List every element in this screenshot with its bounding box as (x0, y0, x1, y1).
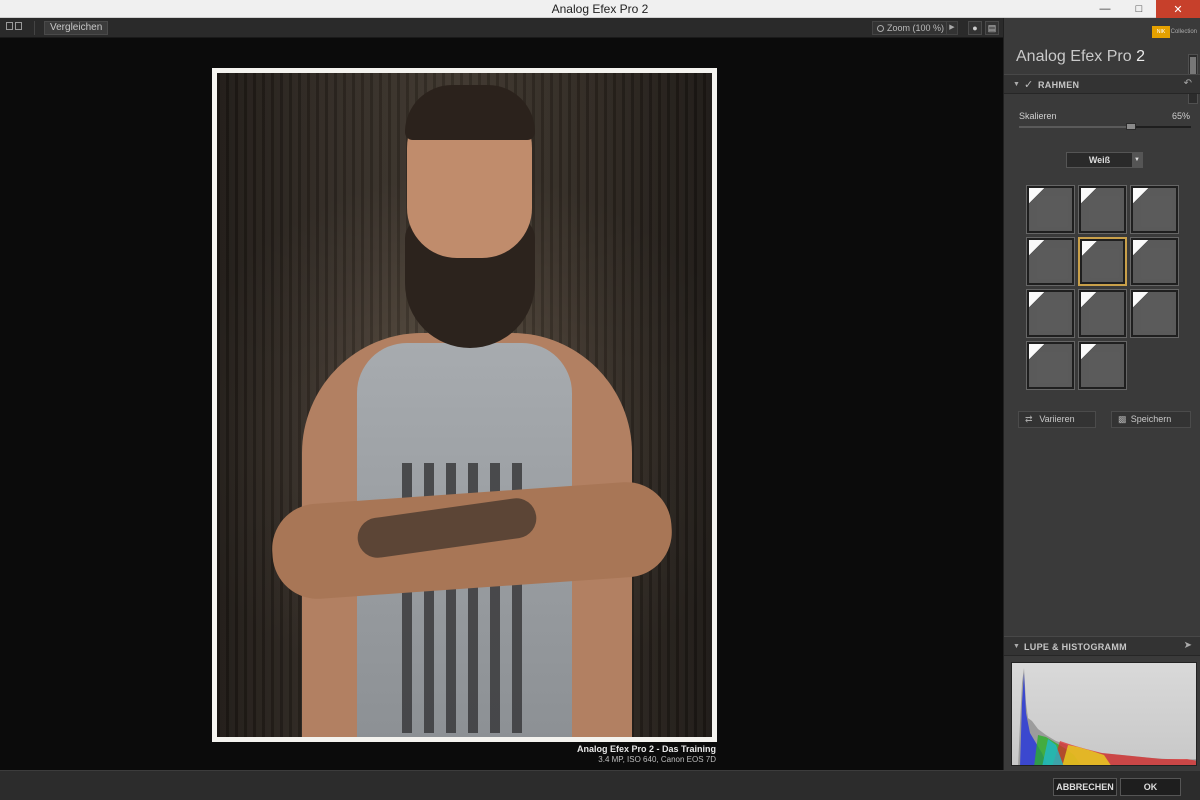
frame-preview-image (1029, 292, 1072, 335)
app-title-number: 2 (1136, 48, 1145, 65)
dropdown-arrow-icon: ▼ (1132, 153, 1142, 167)
enable-checkmark-icon[interactable]: ✓ (1024, 78, 1033, 91)
image-canvas[interactable]: Analog Efex Pro 2 - Das Training 3.4 MP,… (0, 38, 1003, 770)
right-panel: NIK Collection Analog Efex Pro 2 ▼ ✓ RAH… (1003, 18, 1200, 770)
scale-slider-fill (1019, 126, 1131, 128)
cancel-button[interactable]: ABBRECHEN (1053, 778, 1117, 796)
bottom-bar: ABBRECHEN OK (0, 770, 1200, 800)
frame-preview-image (1029, 240, 1072, 283)
background-toggle-icon[interactable]: ▤ (985, 21, 999, 35)
histogram (1011, 662, 1197, 766)
window-controls: — □ ✕ (1088, 0, 1200, 18)
frame-preview-image (1081, 292, 1124, 335)
compare-button[interactable]: Vergleichen (44, 21, 109, 35)
frame-color-value: Weiß (1088, 155, 1111, 165)
window-title: Analog Efex Pro 2 (551, 2, 649, 16)
section-header-frame[interactable]: ▼ ✓ RAHMEN ↶ (1004, 74, 1200, 94)
save-button-label: Speichern (1130, 414, 1172, 424)
magnifier-icon (877, 24, 884, 32)
lightbulb-icon[interactable]: ● (968, 21, 982, 35)
split-view-icon[interactable] (6, 22, 24, 34)
collapse-arrow-icon[interactable]: ▼ (1013, 81, 1020, 88)
frame-preset-thumbnail[interactable] (1026, 185, 1075, 234)
frame-preset-thumbnail[interactable] (1130, 237, 1179, 286)
nik-logo-icon: NIK (1152, 26, 1170, 38)
section-label-histogram: LUPE & HISTOGRAMM (1024, 642, 1127, 652)
vary-button[interactable]: ⇄ Variieren (1018, 411, 1096, 428)
caption-info: 3.4 MP, ISO 640, Canon EOS 7D (598, 755, 716, 764)
maximize-icon[interactable]: □ (1122, 0, 1156, 18)
frame-preset-thumbnail[interactable] (1078, 185, 1127, 234)
image-caption: Analog Efex Pro 2 - Das Training 3.4 MP,… (500, 744, 716, 764)
scale-slider-value: 65% (1171, 111, 1190, 121)
scale-slider-label: Skalieren (1019, 111, 1057, 121)
frame-color-dropdown[interactable]: Weiß ▼ (1066, 152, 1143, 168)
frame-preset-thumbnail[interactable] (1026, 237, 1075, 286)
pin-icon[interactable]: ➤ (1184, 640, 1192, 651)
frame-preview-image (1082, 241, 1123, 282)
collapse-arrow-icon[interactable]: ▼ (1013, 643, 1020, 650)
toolbar-divider (34, 21, 35, 35)
scrollbar-thumb[interactable] (1190, 57, 1196, 75)
frame-preview-image (1133, 240, 1176, 283)
frame-preview-image (1133, 188, 1176, 231)
zoom-label: Zoom (100 %) (887, 23, 945, 33)
caption-title: Analog Efex Pro 2 - Das Training (576, 744, 716, 754)
zoom-dropdown-arrow-icon[interactable]: ▶ (946, 21, 958, 35)
top-toolbar: Vergleichen Zoom (100 %) ▶ ● ▤ (0, 18, 1003, 38)
frame-preset-thumbnail[interactable] (1130, 185, 1179, 234)
save-button[interactable]: ▩ Speichern (1111, 411, 1191, 428)
frame-preset-thumbnail[interactable] (1026, 341, 1075, 390)
photo-frame-border (212, 68, 717, 742)
frame-preset-thumbnail[interactable] (1026, 289, 1075, 338)
frame-preview-image (1029, 188, 1072, 231)
photo-hair (405, 85, 535, 140)
app-title: Analog Efex Pro 2 (1016, 48, 1145, 66)
frame-preview-image (1081, 344, 1124, 387)
zoom-button[interactable]: Zoom (100 %) (872, 21, 950, 35)
frame-preset-thumbnail[interactable] (1078, 341, 1127, 390)
ok-button[interactable]: OK (1120, 778, 1181, 796)
brand-collection-label: Collection (1170, 29, 1197, 35)
frame-preview-image (1133, 292, 1176, 335)
scale-slider-handle[interactable] (1125, 123, 1136, 130)
section-label-frame: RAHMEN (1038, 80, 1080, 90)
app-title-main: Analog Efex Pro (1016, 48, 1132, 65)
scale-slider[interactable] (1019, 123, 1191, 130)
minimize-icon[interactable]: — (1088, 0, 1122, 18)
frame-preset-thumbnail[interactable] (1130, 289, 1179, 338)
frame-preview-image (1081, 188, 1124, 231)
histogram-graph (1018, 668, 1196, 765)
close-icon[interactable]: ✕ (1156, 0, 1200, 18)
section-header-histogram[interactable]: ▼ LUPE & HISTOGRAMM ➤ (1004, 636, 1200, 656)
frame-preview-image (1029, 344, 1072, 387)
window-titlebar: Analog Efex Pro 2 — □ ✕ (0, 0, 1200, 18)
vary-button-label: Variieren (1039, 414, 1075, 424)
frame-preset-thumbnail[interactable] (1078, 237, 1127, 286)
reset-icon[interactable]: ↶ (1184, 78, 1192, 89)
preview-photo (217, 73, 712, 737)
frame-preset-thumbnail[interactable] (1078, 289, 1127, 338)
